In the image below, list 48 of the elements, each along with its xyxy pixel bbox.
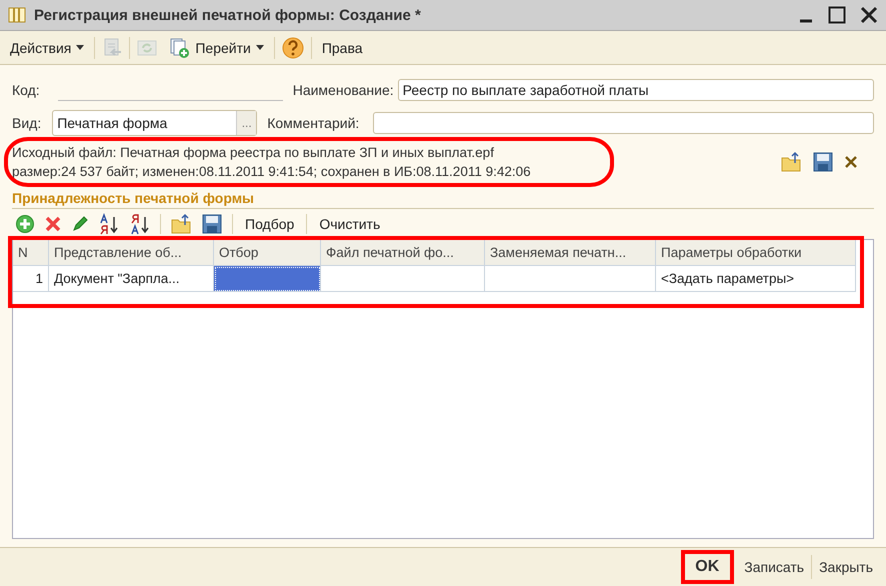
- column-header[interactable]: N: [13, 240, 49, 266]
- column-header[interactable]: Отбор: [214, 240, 321, 266]
- column-header[interactable]: Заменяемая печатн...: [485, 240, 656, 266]
- toolbar-button[interactable]: Права: [318, 38, 367, 58]
- input-field[interactable]: [373, 112, 874, 134]
- add-icon[interactable]: [15, 214, 35, 234]
- footer-button[interactable]: Записать: [737, 555, 812, 579]
- help-icon[interactable]: [280, 36, 305, 60]
- footer-button[interactable]: Закрыть: [812, 555, 880, 579]
- save-icon[interactable]: [812, 151, 834, 173]
- maximize-icon[interactable]: [828, 6, 846, 24]
- column-header[interactable]: Представление об...: [49, 240, 214, 266]
- caret-icon: [76, 44, 84, 50]
- footer-button[interactable]: OK: [684, 553, 732, 581]
- select-field[interactable]: Печатная форма: [53, 114, 236, 130]
- table-cell[interactable]: 1: [13, 266, 49, 292]
- menu-button[interactable]: Действия: [6, 38, 88, 58]
- column-header[interactable]: Параметры обработки: [656, 240, 856, 266]
- window-title: Регистрация внешней печатной формы: Создание *: [34, 6, 422, 24]
- table-cell[interactable]: [485, 266, 656, 292]
- field-label: Комментарий:: [267, 114, 360, 130]
- pencil-icon[interactable]: [71, 215, 89, 233]
- toolbar-button[interactable]: Подбор: [242, 216, 298, 232]
- folder-upload-icon[interactable]: [170, 213, 192, 235]
- table-cell[interactable]: <Задать параметры>: [656, 266, 856, 292]
- field-label: Наименование:: [292, 82, 394, 98]
- column-header[interactable]: Файл печатной фо...: [321, 240, 485, 266]
- sort-ascending-icon[interactable]: [98, 213, 120, 235]
- file-info-text: размер:24 537 байт; изменен:08.11.2011 9:41:54; сохранен в ИБ:08.11.2011 9:42:06: [12, 163, 532, 181]
- form-icon: [8, 6, 26, 24]
- table-cell[interactable]: [321, 266, 485, 292]
- menu-button[interactable]: Перейти: [164, 34, 268, 60]
- sort-descending-icon[interactable]: [129, 213, 151, 235]
- file-info-text: Исходный файл: Печатная форма реестра по выплате ЗП и иных выплат.epf: [12, 144, 495, 162]
- delete-icon[interactable]: [44, 215, 62, 233]
- section-title: Принадлежность печатной формы: [12, 190, 874, 209]
- folder-upload-icon[interactable]: [780, 151, 802, 173]
- table-cell[interactable]: [214, 266, 321, 292]
- field-label: Вид:: [12, 114, 42, 130]
- save-icon[interactable]: [201, 213, 223, 235]
- browse-button[interactable]: ...: [236, 110, 256, 134]
- caret-icon: [256, 44, 264, 50]
- field-label: Код:: [12, 82, 40, 98]
- clear-icon[interactable]: [844, 155, 858, 169]
- input-field[interactable]: Реестр по выплате заработной платы: [398, 78, 874, 100]
- close-icon[interactable]: [860, 6, 878, 24]
- toolbar-button[interactable]: Очистить: [316, 216, 384, 232]
- copy-add-icon[interactable]: [168, 36, 190, 58]
